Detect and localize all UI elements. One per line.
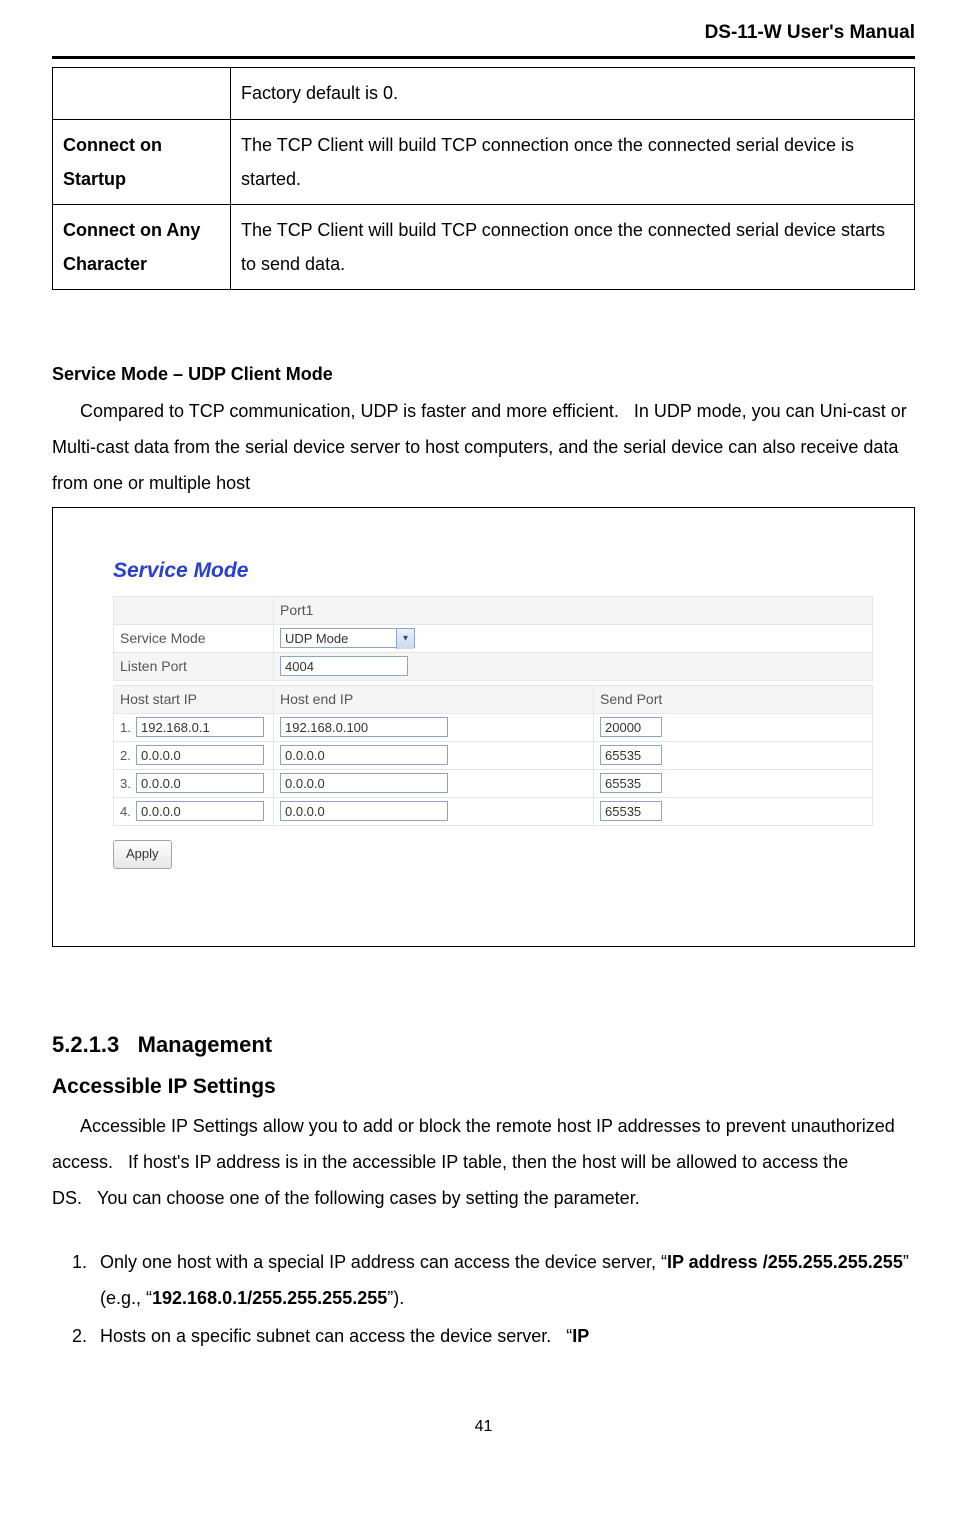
send-port-input[interactable]: 65535 [600,773,662,793]
col-host-start: Host start IP [114,685,274,713]
service-mode-select[interactable]: UDP Mode ▾ [280,628,415,648]
col-send-port: Send Port [594,685,873,713]
host-end-input[interactable]: 0.0.0.0 [280,801,448,821]
ui-listen-port-label: Listen Port [114,652,274,680]
connect-on-startup-label: Connect on Startup [53,119,231,204]
ip-row: 3.0.0.0.0 0.0.0.0 65535 [114,769,873,797]
ui-title: Service Mode [113,554,884,588]
case-item: Hosts on a specific subnet can access th… [92,1318,915,1354]
listen-port-input[interactable]: 4004 [280,656,408,676]
host-start-input[interactable]: 0.0.0.0 [136,773,264,793]
factory-default-cell: Factory default is 0. [231,68,915,119]
host-start-input[interactable]: 0.0.0.0 [136,745,264,765]
ip-row: 2.0.0.0.0 0.0.0.0 65535 [114,741,873,769]
ip-row: 1.192.168.0.1 192.168.0.100 20000 [114,713,873,741]
connect-on-startup-desc: The TCP Client will build TCP connection… [231,119,915,204]
accessible-ip-heading: Accessible IP Settings [52,1070,915,1104]
host-end-input[interactable]: 0.0.0.0 [280,773,448,793]
page-number: 41 [52,1414,915,1440]
accessible-ip-para: Accessible IP Settings allow you to add … [52,1108,915,1216]
host-end-input[interactable]: 192.168.0.100 [280,717,448,737]
host-start-input[interactable]: 0.0.0.0 [136,801,264,821]
apply-button[interactable]: Apply [113,840,172,869]
tcp-options-table: Factory default is 0. Connect on Startup… [52,67,915,290]
send-port-input[interactable]: 20000 [600,717,662,737]
chevron-down-icon: ▾ [396,629,414,649]
ui-port-col: Port1 [274,596,873,624]
host-end-input[interactable]: 0.0.0.0 [280,745,448,765]
service-mode-value: UDP Mode [285,631,348,646]
send-port-input[interactable]: 65535 [600,801,662,821]
host-start-input[interactable]: 192.168.0.1 [136,717,264,737]
doc-header: DS-11-W User's Manual [52,18,915,59]
send-port-input[interactable]: 65535 [600,745,662,765]
management-heading: 5.2.1.3 Management [52,1027,915,1062]
col-host-end: Host end IP [274,685,594,713]
udp-section-para: Compared to TCP communication, UDP is fa… [52,393,915,501]
ip-row: 4.0.0.0.0 0.0.0.0 65535 [114,797,873,825]
service-mode-screenshot: Service Mode Port1 Service Mode UDP Mode… [52,507,915,947]
case-item: Only one host with a special IP address … [92,1244,915,1316]
connect-on-any-char-label: Connect on Any Character [53,204,231,289]
connect-on-any-char-desc: The TCP Client will build TCP connection… [231,204,915,289]
cases-list: Only one host with a special IP address … [52,1244,915,1354]
ui-service-mode-label: Service Mode [114,624,274,652]
udp-section-title: Service Mode – UDP Client Mode [52,360,915,389]
